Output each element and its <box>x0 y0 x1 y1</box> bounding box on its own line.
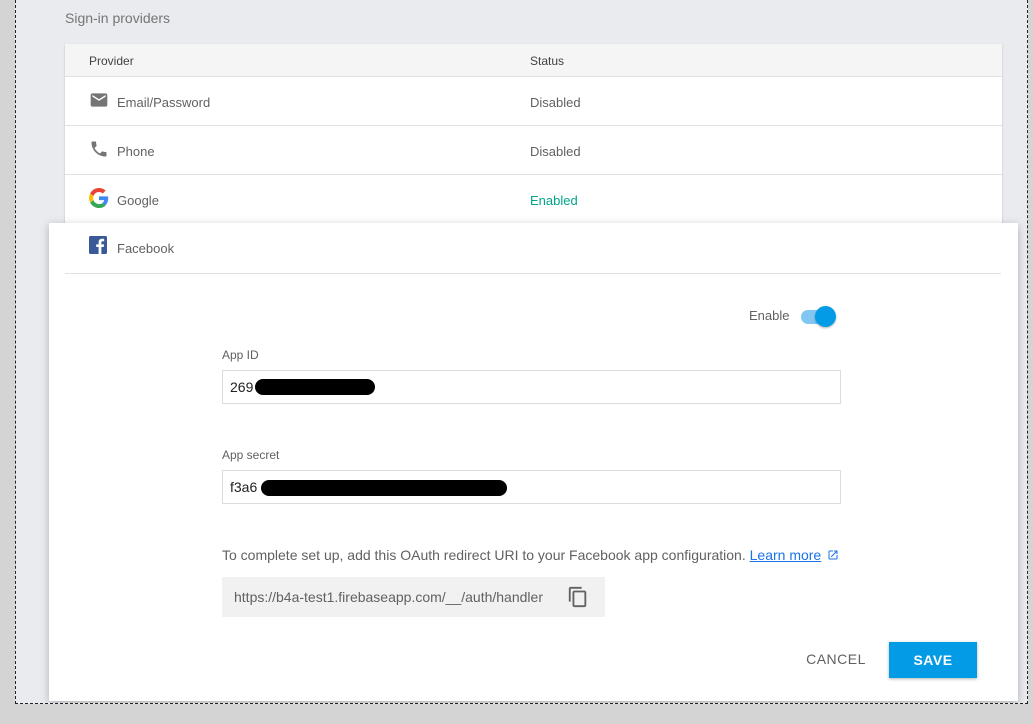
column-header-provider: Provider <box>89 54 134 68</box>
enable-toggle[interactable] <box>801 305 837 327</box>
facebook-icon <box>89 236 109 256</box>
status-text: Disabled <box>530 95 581 110</box>
enable-label: Enable <box>749 308 790 323</box>
redirect-uri: https://b4a-test1.firebaseapp.com/__/aut… <box>234 589 543 605</box>
email-icon <box>89 90 111 112</box>
panel-header[interactable]: Facebook <box>65 223 1001 274</box>
status-text: Enabled <box>530 193 578 208</box>
redaction-mark <box>255 379 375 395</box>
table-header: Provider Status <box>65 44 1002 77</box>
status-text: Disabled <box>530 144 581 159</box>
provider-name: Email/Password <box>117 95 211 110</box>
open-in-new-icon[interactable] <box>827 548 839 560</box>
redaction-mark <box>261 480 507 496</box>
providers-table: Provider Status Email/Password Disabled … <box>65 44 1002 244</box>
help-message: To complete set up, add this OAuth redir… <box>222 547 746 563</box>
toggle-thumb <box>815 306 836 327</box>
table-row-email[interactable]: Email/Password Disabled <box>65 77 1002 126</box>
app-secret-value: f3a6 <box>230 479 258 495</box>
learn-more-link[interactable]: Learn more <box>750 547 822 563</box>
column-header-status: Status <box>530 54 565 68</box>
google-icon <box>89 188 111 210</box>
app-id-value: 269 <box>230 379 254 395</box>
help-text: To complete set up, add this OAuth redir… <box>222 547 839 563</box>
phone-icon <box>89 139 111 161</box>
app-secret-label: App secret <box>222 448 280 462</box>
facebook-config-panel: Facebook Enable App ID 269 App secret f3… <box>49 223 1018 701</box>
provider-name: Facebook <box>117 241 175 256</box>
section-title: Sign-in providers <box>65 10 171 26</box>
copy-icon[interactable] <box>567 586 589 608</box>
cancel-button[interactable]: CANCEL <box>796 642 876 676</box>
console-frame: Sign-in providers Provider Status Email/… <box>15 0 1028 704</box>
app-id-label: App ID <box>222 348 259 362</box>
table-row-phone[interactable]: Phone Disabled <box>65 126 1002 175</box>
save-button[interactable]: SAVE <box>889 642 977 678</box>
provider-name: Google <box>117 193 159 208</box>
table-row-google[interactable]: Google Enabled <box>65 175 1002 224</box>
redirect-uri-box: https://b4a-test1.firebaseapp.com/__/aut… <box>222 577 605 617</box>
provider-name: Phone <box>117 144 155 159</box>
